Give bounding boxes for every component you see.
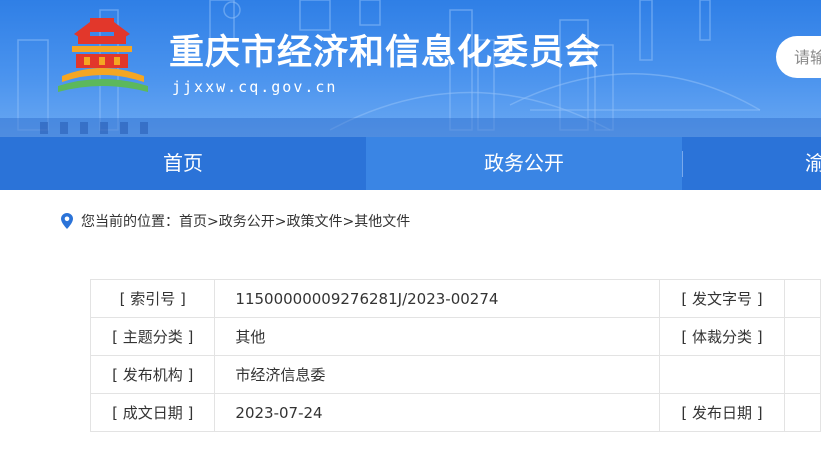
label-publish-date: [ 发布日期 ] — [659, 393, 785, 432]
nav-item-government-affairs[interactable]: 政务公开 — [366, 137, 682, 190]
site-title[interactable]: 重庆市经济和信息化委员会 — [169, 24, 601, 75]
document-info-table: [ 索引号 ] 11500000009276281J/2023-00274 [ … — [89, 279, 821, 432]
breadcrumb: 您当前的位置： 首页 >政务公开 >政策文件 >其他文件 — [61, 211, 410, 231]
breadcrumb-prefix: 您当前的位置： — [81, 214, 179, 230]
value-genre-category — [783, 317, 821, 356]
value-publish-date — [783, 393, 821, 432]
label-topic-category: [ 主题分类 ] — [89, 317, 216, 356]
value-index-number: 11500000009276281J/2023-00274 — [214, 279, 661, 318]
value-document-number — [783, 279, 821, 318]
chongqing-emblem-logo — [58, 18, 148, 92]
table-row: [ 发布机构 ] 市经济信息委 — [89, 355, 821, 394]
main-nav: 首页 政务公开 渝 — [0, 137, 821, 190]
label-empty — [659, 355, 785, 394]
table-row: [ 主题分类 ] 其他 [ 体裁分类 ] — [89, 317, 821, 356]
search-input[interactable] — [776, 36, 821, 78]
label-genre-category: [ 体裁分类 ] — [659, 317, 785, 356]
breadcrumb-government-affairs[interactable]: >政务公开 — [207, 211, 275, 231]
value-written-date: 2023-07-24 — [214, 393, 661, 432]
value-publishing-agency: 市经济信息委 — [214, 355, 661, 394]
label-index-number: [ 索引号 ] — [89, 279, 216, 318]
value-topic-category: 其他 — [214, 317, 661, 356]
breadcrumb-policy-documents[interactable]: >政策文件 — [275, 211, 343, 231]
table-row: [ 成文日期 ] 2023-07-24 [ 发布日期 ] — [89, 393, 821, 432]
value-empty — [783, 355, 821, 394]
breadcrumb-home[interactable]: 首页 — [179, 211, 207, 231]
site-header: 重庆市经济和信息化委员会 jjxxw.cq.gov.cn — [0, 0, 821, 137]
nav-item-chongqing[interactable]: 渝 — [683, 137, 821, 190]
search-box[interactable] — [776, 36, 821, 78]
label-document-number: [ 发文字号 ] — [659, 279, 785, 318]
label-written-date: [ 成文日期 ] — [89, 393, 216, 432]
breadcrumb-other-documents[interactable]: >其他文件 — [342, 211, 410, 231]
nav-item-home[interactable]: 首页 — [0, 137, 366, 190]
table-row: [ 索引号 ] 11500000009276281J/2023-00274 [ … — [89, 279, 821, 318]
label-publishing-agency: [ 发布机构 ] — [89, 355, 216, 394]
location-pin-icon — [61, 213, 73, 229]
site-domain: jjxxw.cq.gov.cn — [172, 78, 338, 96]
